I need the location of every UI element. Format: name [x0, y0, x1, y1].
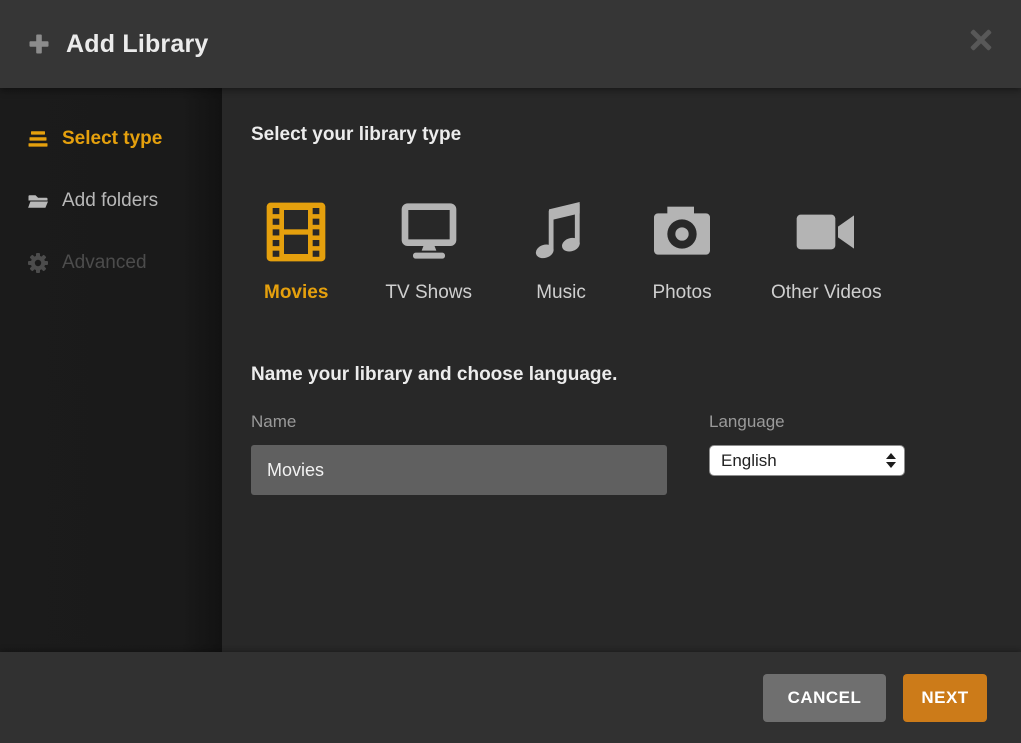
- sidebar-item-advanced: Advanced: [27, 244, 222, 282]
- plus-icon: [27, 32, 51, 56]
- language-field-label: Language: [709, 412, 905, 432]
- film-strip-icon: [264, 200, 328, 264]
- dialog-header: Add Library: [0, 0, 1021, 88]
- sidebar-item-add-folders[interactable]: Add folders: [27, 182, 222, 220]
- library-type-photos[interactable]: Photos: [650, 200, 714, 304]
- library-type-music[interactable]: Music: [529, 200, 593, 304]
- sidebar-item-label: Advanced: [62, 252, 147, 274]
- library-type-label: Movies: [264, 282, 328, 304]
- library-name-input[interactable]: [251, 445, 667, 495]
- language-select[interactable]: English: [709, 445, 905, 476]
- video-camera-icon: [794, 200, 858, 264]
- library-type-tv-shows[interactable]: TV Shows: [385, 200, 472, 304]
- name-language-form: Name Language English: [251, 412, 985, 495]
- tv-icon: [397, 200, 461, 264]
- type-section-title: Select your library type: [251, 124, 985, 146]
- main-panel: Select your library type: [222, 88, 1021, 652]
- language-field-group: Language English: [709, 412, 905, 476]
- library-type-label: TV Shows: [385, 282, 472, 304]
- sidebar-item-label: Select type: [62, 128, 162, 150]
- sidebar-item-label: Add folders: [62, 190, 158, 212]
- add-library-dialog: Add Library Select type: [0, 0, 1021, 743]
- name-section-title: Name your library and choose language.: [251, 364, 985, 386]
- camera-icon: [650, 200, 714, 264]
- name-field-group: Name: [251, 412, 667, 495]
- music-note-icon: [529, 200, 593, 264]
- name-field-label: Name: [251, 412, 667, 432]
- select-stepper-icon: [886, 453, 896, 468]
- dialog-footer: CANCEL NEXT: [0, 652, 1021, 743]
- next-button[interactable]: NEXT: [903, 674, 987, 722]
- type-list-icon: [27, 128, 49, 150]
- library-type-movies[interactable]: Movies: [264, 200, 328, 304]
- language-select-value: English: [721, 451, 777, 471]
- dialog-title: Add Library: [66, 30, 209, 59]
- folder-icon: [27, 190, 49, 212]
- wizard-steps-sidebar: Select type Add folders: [0, 88, 222, 652]
- library-type-label: Photos: [652, 282, 711, 304]
- library-type-other-videos[interactable]: Other Videos: [771, 200, 882, 304]
- cancel-button[interactable]: CANCEL: [763, 674, 886, 722]
- sidebar-item-select-type[interactable]: Select type: [27, 120, 222, 158]
- library-type-picker: Movies TV Shows: [264, 200, 985, 304]
- library-type-label: Other Videos: [771, 282, 882, 304]
- close-icon[interactable]: [969, 28, 993, 52]
- library-type-label: Music: [536, 282, 586, 304]
- gear-icon: [27, 252, 49, 274]
